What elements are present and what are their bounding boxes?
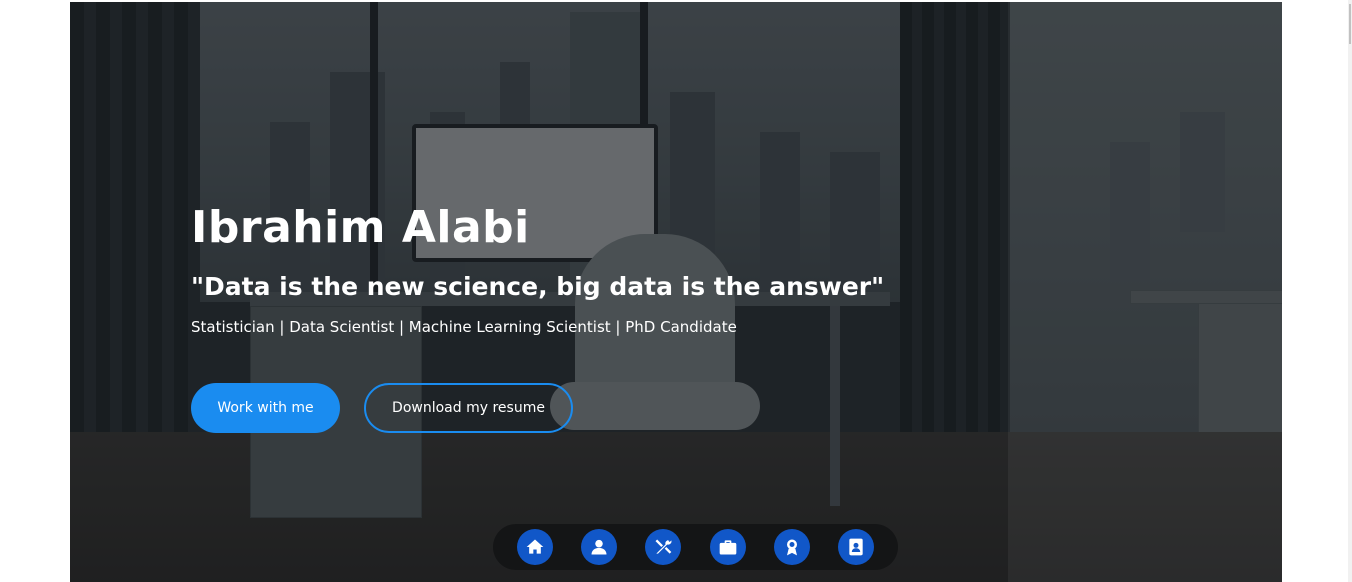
bottom-nav-bar	[493, 524, 898, 570]
hero-roles: Statistician | Data Scientist | Machine …	[191, 318, 737, 336]
hero-section: Ibrahim Alabi "Data is the new science, …	[70, 2, 1282, 582]
hero-quote: "Data is the new science, big data is th…	[191, 272, 885, 301]
tools-icon	[655, 539, 672, 554]
nav-contact-button[interactable]	[837, 529, 874, 565]
nav-awards-button[interactable]	[773, 529, 810, 565]
hero-content: Ibrahim Alabi "Data is the new science, …	[191, 198, 884, 338]
hero-buttons: Work with me Download my resume	[191, 383, 573, 433]
nav-home-button[interactable]	[517, 529, 554, 565]
award-icon	[786, 539, 797, 556]
page: Ibrahim Alabi "Data is the new science, …	[0, 0, 1352, 582]
briefcase-icon	[719, 540, 736, 555]
nav-about-button[interactable]	[581, 529, 618, 565]
contact-card-icon	[849, 538, 863, 556]
user-icon	[591, 539, 607, 555]
nav-skills-button[interactable]	[645, 529, 682, 565]
download-resume-button[interactable]: Download my resume	[364, 383, 573, 433]
home-icon	[526, 539, 544, 554]
scrollbar-thumb[interactable]	[1349, 4, 1351, 44]
hero-name: Ibrahim Alabi	[191, 202, 530, 253]
work-with-me-button[interactable]: Work with me	[191, 383, 340, 433]
nav-experience-button[interactable]	[709, 529, 746, 565]
scrollbar[interactable]	[1348, 0, 1352, 582]
